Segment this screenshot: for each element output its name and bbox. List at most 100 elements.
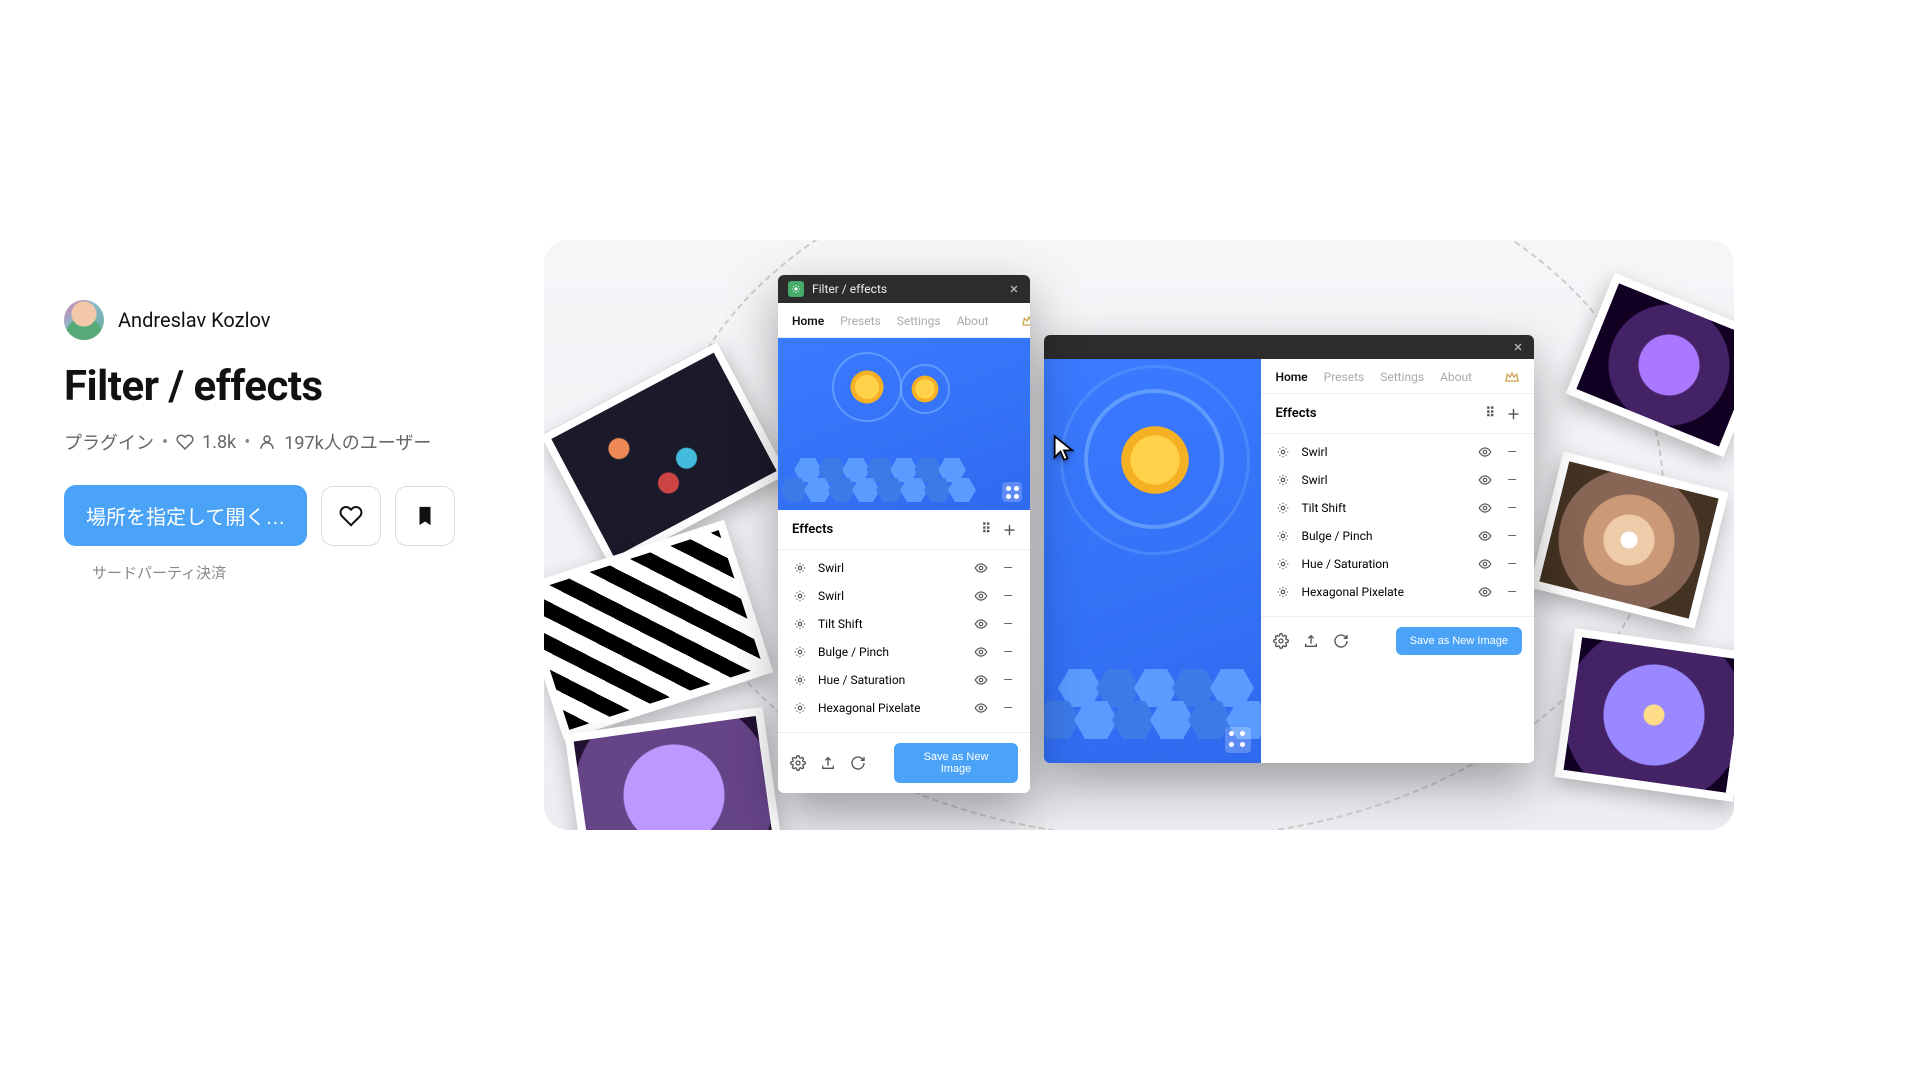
effect-icon [792, 644, 808, 660]
effect-icon [1275, 584, 1291, 600]
plugin-window-small: Filter / effects Home Presets Settings A… [778, 275, 1030, 793]
drag-handle-icon[interactable]: ⠿ [981, 522, 991, 537]
effect-name: Swirl [818, 561, 964, 575]
effect-icon [1275, 472, 1291, 488]
visibility-icon[interactable] [974, 561, 990, 575]
tab-settings[interactable]: Settings [1380, 370, 1424, 384]
refresh-icon[interactable] [850, 755, 866, 771]
tab-about[interactable]: About [1440, 370, 1472, 384]
page-title: Filter / effects [64, 362, 504, 411]
effects-list-small: Swirl—Swirl—Tilt Shift—Bulge / Pinch—Hue… [778, 550, 1030, 732]
bookmark-icon [414, 505, 436, 527]
effect-name: Hue / Saturation [818, 673, 964, 687]
effects-header: Effects [1275, 406, 1316, 421]
drag-handle-icon[interactable]: ⠿ [1485, 406, 1495, 421]
meta-users: 197k人のユーザー [284, 429, 431, 455]
remove-effect-icon[interactable]: — [1504, 501, 1520, 515]
remove-effect-icon[interactable]: — [1504, 473, 1520, 487]
visibility-icon[interactable] [974, 589, 990, 603]
crown-icon[interactable] [1021, 313, 1030, 329]
visibility-icon[interactable] [1478, 473, 1494, 487]
remove-effect-icon[interactable]: — [1000, 673, 1016, 687]
save-button[interactable]: Save as New Image [894, 743, 1018, 783]
effect-row[interactable]: Hexagonal Pixelate — [1267, 578, 1528, 606]
add-effect-icon[interactable]: ＋ [1003, 520, 1016, 539]
effect-row[interactable]: Tilt Shift— [1267, 494, 1528, 522]
effect-row[interactable]: Swirl— [1267, 438, 1528, 466]
like-button[interactable] [321, 486, 381, 546]
effect-name: Hexagonal Pixelate [1301, 585, 1468, 599]
user-icon [258, 433, 276, 451]
gear-icon[interactable] [790, 755, 806, 771]
effect-row[interactable]: Hexagonal Pixelate — [784, 694, 1024, 722]
separator-dot: • [244, 432, 250, 453]
effect-row[interactable]: Swirl — [784, 554, 1024, 582]
effect-row[interactable]: Swirl — [784, 582, 1024, 610]
tab-about[interactable]: About [957, 314, 989, 328]
effect-row[interactable]: Hue / Saturation — [784, 666, 1024, 694]
close-icon[interactable] [1008, 283, 1020, 295]
effect-icon [792, 616, 808, 632]
visibility-icon[interactable] [1478, 445, 1494, 459]
effect-icon [792, 588, 808, 604]
randomize-icon[interactable] [1002, 482, 1022, 502]
open-in-button[interactable]: 場所を指定して開く… [64, 485, 307, 546]
remove-effect-icon[interactable]: — [1000, 589, 1016, 603]
visibility-icon[interactable] [974, 673, 990, 687]
save-button[interactable]: Save as New Image [1396, 627, 1522, 655]
effect-name: Swirl [1301, 473, 1468, 487]
effect-name: Swirl [818, 589, 964, 603]
preview-image: Home Presets Settings About Effects [544, 240, 1734, 830]
refresh-icon[interactable] [1333, 633, 1349, 649]
export-icon[interactable] [820, 755, 836, 771]
tab-settings[interactable]: Settings [897, 314, 941, 328]
close-icon[interactable] [1512, 341, 1524, 353]
meta-type: プラグイン [64, 429, 154, 455]
effect-icon [1275, 444, 1291, 460]
gear-icon[interactable] [1273, 633, 1289, 649]
crown-icon[interactable] [1504, 369, 1520, 385]
author-row[interactable]: Andreslav Kozlov [64, 300, 504, 340]
visibility-icon[interactable] [1478, 585, 1494, 599]
preview-canvas [778, 338, 1030, 510]
visibility-icon[interactable] [1478, 529, 1494, 543]
tab-presets[interactable]: Presets [1324, 370, 1365, 384]
tab-presets[interactable]: Presets [840, 314, 881, 328]
remove-effect-icon[interactable]: — [1000, 701, 1016, 715]
tab-home[interactable]: Home [1275, 370, 1307, 384]
separator-dot: • [162, 432, 168, 453]
effect-icon [792, 700, 808, 716]
effect-name: Hexagonal Pixelate [818, 701, 964, 715]
visibility-icon[interactable] [974, 645, 990, 659]
window-title: Filter / effects [812, 282, 1000, 296]
visibility-icon[interactable] [974, 701, 990, 715]
plugin-badge-icon [788, 281, 804, 297]
effect-row[interactable]: Tilt Shift— [784, 610, 1024, 638]
visibility-icon[interactable] [1478, 501, 1494, 515]
meta-likes: 1.8k [202, 432, 236, 453]
effect-row[interactable]: Swirl — [1267, 466, 1528, 494]
author-name[interactable]: Andreslav Kozlov [118, 308, 270, 332]
effect-icon [792, 672, 808, 688]
remove-effect-icon[interactable]: — [1504, 445, 1520, 459]
visibility-icon[interactable] [1478, 557, 1494, 571]
add-effect-icon[interactable]: ＋ [1507, 404, 1520, 423]
effect-row[interactable]: Bulge / Pinch— [784, 638, 1024, 666]
randomize-icon[interactable] [1225, 727, 1251, 753]
remove-effect-icon[interactable]: — [1000, 645, 1016, 659]
bookmark-button[interactable] [395, 486, 455, 546]
remove-effect-icon[interactable]: — [1504, 529, 1520, 543]
effect-icon [1275, 556, 1291, 572]
remove-effect-icon[interactable]: — [1000, 561, 1016, 575]
remove-effect-icon[interactable]: — [1504, 557, 1520, 571]
effect-row[interactable]: Bulge / Pinch— [1267, 522, 1528, 550]
effect-row[interactable]: Hue / Saturation— [1267, 550, 1528, 578]
export-icon[interactable] [1303, 633, 1319, 649]
tab-home[interactable]: Home [792, 314, 824, 328]
visibility-icon[interactable] [974, 617, 990, 631]
effect-icon [792, 560, 808, 576]
remove-effect-icon[interactable]: — [1000, 617, 1016, 631]
remove-effect-icon[interactable]: — [1504, 585, 1520, 599]
effect-icon [1275, 528, 1291, 544]
author-avatar[interactable] [64, 300, 104, 340]
